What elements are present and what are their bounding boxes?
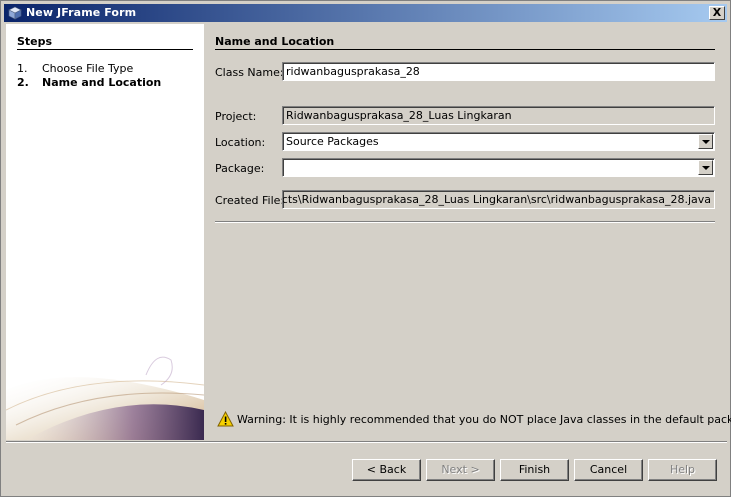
class-name-input[interactable]: ridwanbagusprakasa_28 <box>282 62 715 81</box>
title-bar[interactable]: New JFrame Form X <box>4 4 727 22</box>
warning-text: Warning: It is highly recommended that y… <box>237 413 731 426</box>
created-file-field: eansProjects\Ridwanbagusprakasa_28_Luas … <box>282 190 715 209</box>
window-title: New JFrame Form <box>26 6 137 19</box>
form-separator <box>215 221 715 223</box>
step-number: 2. <box>17 76 29 89</box>
warning-icon <box>217 411 234 427</box>
step-item-name-and-location: 2. Name and Location <box>17 76 161 89</box>
steps-heading: Steps <box>17 35 53 48</box>
content-pane: Name and Location Class Name: ridwanbagu… <box>204 24 731 440</box>
decorative-swoosh-image <box>6 356 204 440</box>
chevron-down-icon[interactable] <box>698 160 713 175</box>
project-label: Project: <box>215 110 257 123</box>
dialog-window: New JFrame Form X Steps 1. Choose File Ty… <box>0 0 731 497</box>
back-button[interactable]: < Back <box>352 459 421 481</box>
class-name-label: Class Name: <box>215 66 284 79</box>
step-number: 1. <box>17 62 28 75</box>
cancel-button[interactable]: Cancel <box>574 459 643 481</box>
chevron-down-icon[interactable] <box>698 134 713 149</box>
created-file-path: eansProjects\Ridwanbagusprakasa_28_Luas … <box>282 193 711 206</box>
project-field: Ridwanbagusprakasa_28_Luas Lingkaran <box>282 106 715 125</box>
created-file-label: Created File: <box>215 194 285 207</box>
java-cube-icon <box>8 6 22 20</box>
step-label: Choose File Type <box>42 62 134 75</box>
steps-divider <box>17 49 193 50</box>
package-combo[interactable] <box>282 158 715 177</box>
location-selected-value: Source Packages <box>286 135 379 148</box>
steps-pane: Steps 1. Choose File Type 2. Name and Loca… <box>6 24 204 440</box>
package-label: Package: <box>215 162 265 175</box>
next-button[interactable]: Next > <box>426 459 495 481</box>
help-button[interactable]: Help <box>648 459 717 481</box>
location-dropdown[interactable]: Source Packages <box>282 132 715 151</box>
section-divider <box>215 49 715 50</box>
location-label: Location: <box>215 136 266 149</box>
step-label: Name and Location <box>42 76 162 89</box>
close-button[interactable]: X <box>709 6 725 20</box>
section-heading: Name and Location <box>215 35 335 48</box>
finish-button[interactable]: Finish <box>500 459 569 481</box>
button-bar-separator <box>6 441 727 443</box>
step-item-choose-file-type: 1. Choose File Type <box>17 62 133 75</box>
